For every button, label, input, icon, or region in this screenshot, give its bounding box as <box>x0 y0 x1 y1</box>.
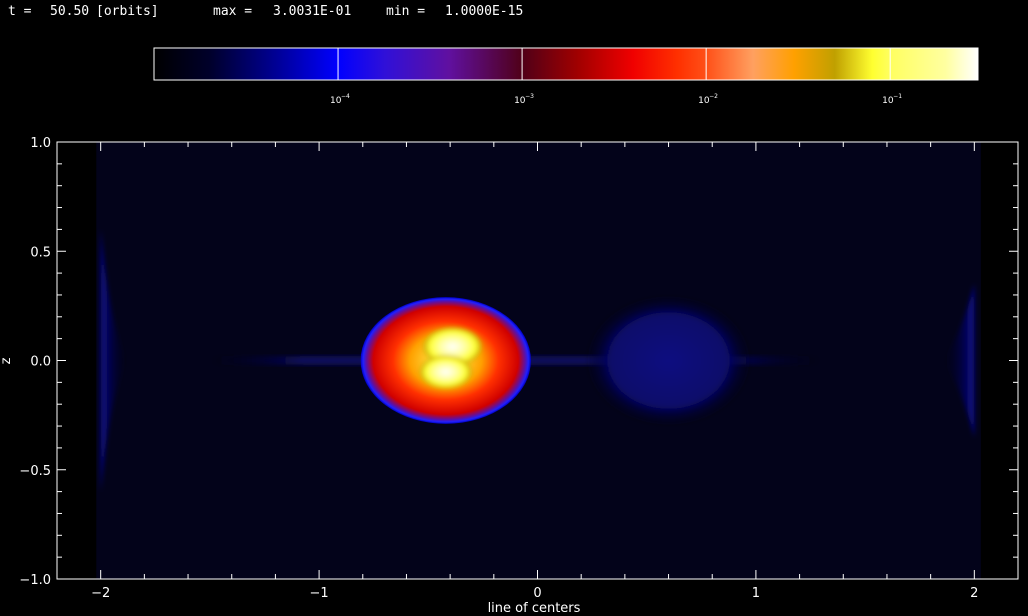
colorbar-tick-label: 10 <box>698 96 710 106</box>
x-tick-label: 2 <box>970 586 978 601</box>
colorbar-tick-exponent: −3 <box>525 93 534 100</box>
max-label: max = <box>213 4 252 19</box>
colorbar-tick-exponent: −4 <box>341 93 350 100</box>
min-value: 1.0000E-15 <box>445 4 523 19</box>
y-tick-label: −1.0 <box>19 573 51 588</box>
colorbar: 10 −4 10 −3 10 −2 10 −1 <box>153 47 979 106</box>
y-tick-label: 0.0 <box>30 355 51 370</box>
plot-area: −2 −1 0 1 2 −1.0 −0.5 0.0 0.5 1.0 line of centers… <box>0 136 1019 616</box>
colorbar-tick-label: 10 <box>514 96 526 106</box>
x-axis-label: line of centers <box>488 601 581 616</box>
y-tick-label: 0.5 <box>30 245 51 260</box>
min-label: min = <box>386 4 425 19</box>
colorbar-tick-label: 10 <box>882 96 894 106</box>
y-tick-label: 1.0 <box>30 136 51 151</box>
secondary-lobe <box>585 294 752 427</box>
header: t = 50.50 [orbits] max = 3.0031E-01 min … <box>8 4 523 19</box>
max-value: 3.0031E-01 <box>273 4 351 19</box>
time-value: 50.50 <box>50 4 89 19</box>
primary-core-lower <box>420 355 472 389</box>
time-unit: [orbits] <box>96 4 159 19</box>
colorbar-tick-label: 10 <box>330 96 342 106</box>
density-figure: t = 50.50 [orbits] max = 3.0031E-01 min … <box>0 4 1019 616</box>
y-tick-label: −0.5 <box>19 464 51 479</box>
x-tick-label: 0 <box>533 586 541 601</box>
time-label: t = <box>8 4 32 19</box>
colorbar-tick-exponent: −1 <box>893 93 902 100</box>
colorbar-fill <box>154 48 978 80</box>
y-axis-label: z <box>0 357 14 364</box>
colorbar-tick-exponent: −2 <box>709 93 718 100</box>
x-tick-label: −1 <box>310 586 329 601</box>
x-tick-label: 1 <box>752 586 760 601</box>
x-tick-label: −2 <box>91 586 110 601</box>
